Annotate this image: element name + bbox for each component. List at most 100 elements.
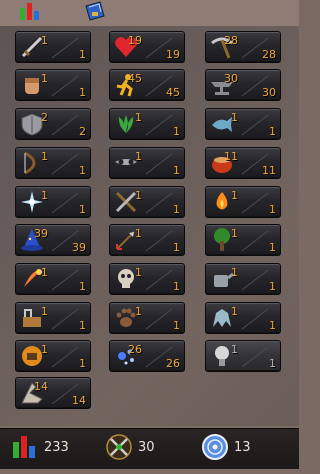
level-divider (238, 269, 272, 291)
stats-tab[interactable] (17, 0, 43, 22)
skill-tile-dungeoneering[interactable]: 11 (15, 340, 91, 372)
current-level: 14 (34, 380, 48, 393)
current-level: 1 (231, 111, 238, 124)
combat-level[interactable]: 30 (104, 432, 174, 462)
level-divider (48, 75, 82, 97)
base-level: 26 (166, 357, 180, 370)
base-level: 28 (262, 48, 276, 61)
current-level: 2 (41, 111, 48, 124)
base-level: 1 (173, 125, 180, 138)
current-level: 1 (41, 34, 48, 47)
base-level: 1 (173, 203, 180, 216)
level-divider (142, 269, 176, 291)
level-divider (48, 153, 82, 175)
skill-tile-defence[interactable]: 22 (15, 108, 91, 140)
current-level: 1 (41, 343, 48, 356)
current-level: 1 (231, 343, 238, 356)
skill-tile-divination[interactable]: 26 26 (109, 340, 185, 372)
base-level: 19 (166, 48, 180, 61)
skill-tile-agility[interactable]: 45 45 (109, 69, 185, 101)
skill-tile-mining[interactable]: 28 28 (205, 31, 281, 63)
stats-tab-icon (20, 3, 39, 20)
current-level: 1 (41, 72, 48, 85)
current-level: 1 (231, 189, 238, 202)
base-level: 1 (173, 164, 180, 177)
skill-tile-smithing[interactable]: 30 30 (205, 69, 281, 101)
base-level: 30 (262, 86, 276, 99)
skill-tile-woodcutting[interactable]: 11 (205, 224, 281, 256)
level-divider (238, 308, 272, 330)
current-level: 1 (41, 266, 48, 279)
current-level: 39 (34, 227, 48, 240)
base-level: 1 (269, 357, 276, 370)
level-divider (142, 308, 176, 330)
quest-points[interactable]: 13 (200, 432, 270, 462)
base-level: 1 (79, 86, 86, 99)
base-level: 1 (79, 357, 86, 370)
base-level: 1 (173, 280, 180, 293)
skill-tile-farming[interactable]: 11 (205, 263, 281, 295)
quest-journal-tab[interactable] (82, 0, 108, 22)
skill-tile-archaeology[interactable]: 14 14 (15, 377, 91, 409)
level-divider (48, 192, 82, 214)
skill-tile-invention[interactable]: 11 (205, 340, 281, 372)
base-level: 39 (72, 241, 86, 254)
skill-tile-fletching[interactable]: 11 (109, 224, 185, 256)
level-divider (48, 37, 82, 59)
base-level: 1 (173, 319, 180, 332)
base-level: 1 (269, 280, 276, 293)
current-level: 19 (128, 34, 142, 47)
base-level: 1 (79, 203, 86, 216)
level-divider (48, 346, 82, 368)
skill-tile-attack[interactable]: 11 (15, 31, 91, 63)
skill-tile-magic[interactable]: 39 39 (15, 224, 91, 256)
total-level-value: 233 (44, 440, 69, 455)
base-level: 45 (166, 86, 180, 99)
level-divider (48, 269, 82, 291)
current-level: 1 (135, 150, 142, 163)
combat-level-icon (106, 434, 132, 460)
skill-tile-fishing[interactable]: 11 (205, 108, 281, 140)
current-level: 11 (224, 150, 238, 163)
base-level: 1 (269, 203, 276, 216)
skill-tile-crafting[interactable]: 11 (109, 186, 185, 218)
level-divider (142, 114, 176, 136)
level-divider (142, 230, 176, 252)
skill-tile-cooking[interactable]: 11 11 (205, 147, 281, 179)
base-level: 11 (262, 164, 276, 177)
quest-journal-icon (85, 1, 105, 21)
current-level: 28 (224, 34, 238, 47)
total-level[interactable]: 233 (10, 432, 80, 462)
skill-tile-hunter[interactable]: 11 (109, 302, 185, 334)
skill-tile-ranged[interactable]: 11 (15, 147, 91, 179)
skill-tile-strength[interactable]: 11 (15, 69, 91, 101)
current-level: 1 (41, 150, 48, 163)
current-level: 1 (231, 227, 238, 240)
level-divider (48, 308, 82, 330)
base-level: 1 (269, 125, 276, 138)
skill-tile-slayer[interactable]: 11 (109, 263, 185, 295)
current-level: 30 (224, 72, 238, 85)
current-level: 1 (135, 305, 142, 318)
base-level: 1 (269, 241, 276, 254)
current-level: 45 (128, 72, 142, 85)
skill-tile-constitution[interactable]: 19 19 (109, 31, 185, 63)
window-top-strip (0, 0, 299, 26)
skill-tile-herblore[interactable]: 11 (109, 108, 185, 140)
level-divider (142, 192, 176, 214)
level-divider (48, 114, 82, 136)
total-level-icon (13, 436, 35, 458)
skill-tile-runecrafting[interactable]: 11 (15, 263, 91, 295)
skill-tile-summoning[interactable]: 11 (205, 302, 281, 334)
current-level: 1 (135, 189, 142, 202)
skill-tile-prayer[interactable]: 11 (15, 186, 91, 218)
base-level: 1 (79, 280, 86, 293)
skill-tile-construction[interactable]: 11 (15, 302, 91, 334)
skill-tile-thieving[interactable]: 11 (109, 147, 185, 179)
skill-tile-firemaking[interactable]: 11 (205, 186, 281, 218)
level-divider (142, 153, 176, 175)
base-level: 2 (79, 125, 86, 138)
level-divider (238, 192, 272, 214)
base-level: 1 (79, 164, 86, 177)
current-level: 1 (135, 266, 142, 279)
